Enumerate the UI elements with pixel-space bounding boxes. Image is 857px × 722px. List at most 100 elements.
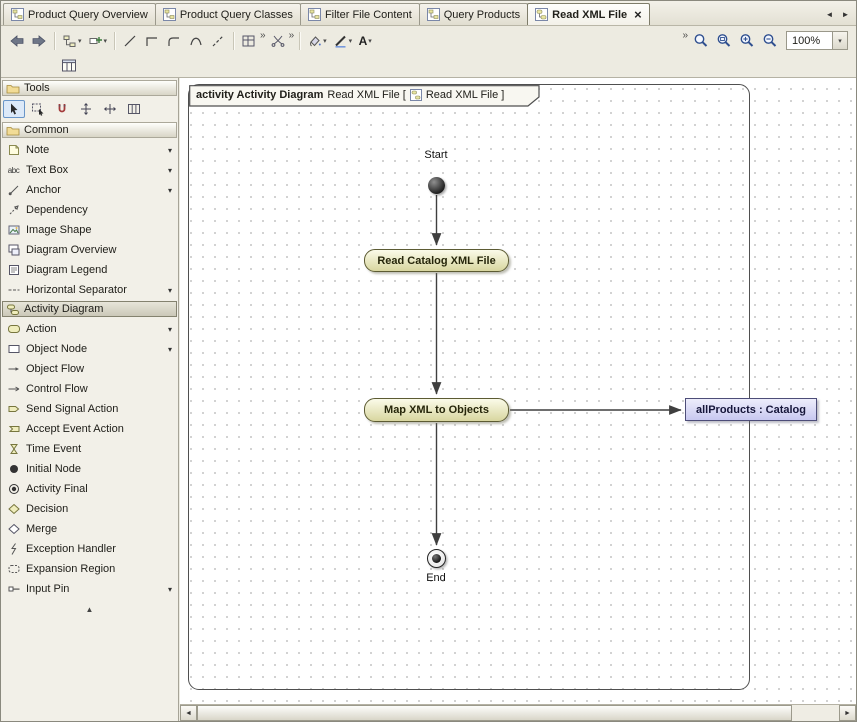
zoom-region-button[interactable]	[690, 30, 712, 52]
scissors-icon	[270, 34, 285, 48]
activity-frame[interactable]	[188, 84, 750, 690]
dropdown-icon[interactable]: ▾	[168, 345, 172, 354]
overflow-icon[interactable]: »	[289, 30, 295, 41]
overflow-icon[interactable]: »	[682, 30, 688, 41]
distribute-horizontal-tool[interactable]	[99, 100, 121, 118]
palette-item-dependency[interactable]: Dependency	[1, 200, 178, 220]
palette-item-label: Anchor	[26, 184, 163, 196]
palette-item-label: Action	[26, 323, 163, 335]
dropdown-icon[interactable]: ▾	[168, 325, 172, 334]
line-style-rounded-button[interactable]	[163, 30, 185, 52]
object-flow-icon	[7, 362, 21, 376]
action-read-catalog-xml-file[interactable]: Read Catalog XML File	[364, 249, 509, 272]
dropdown-icon[interactable]: ▾	[168, 585, 172, 594]
palette-item-action[interactable]: Action ▾	[1, 319, 178, 339]
palette-item-label: Image Shape	[26, 224, 172, 236]
palette-item-object-flow[interactable]: Object Flow	[1, 359, 178, 379]
palette-item-expansion-region[interactable]: Expansion Region	[1, 559, 178, 579]
tab-product-query-classes[interactable]: Product Query Classes	[155, 3, 301, 25]
dropdown-icon: ▾	[838, 37, 842, 45]
line-style-rectilinear-button[interactable]	[141, 30, 163, 52]
tab-read-xml-file[interactable]: Read XML File ×	[527, 3, 650, 25]
scroll-up-icon: ▲	[86, 605, 94, 614]
activity-diagram-icon	[6, 303, 20, 316]
zoom-out-button[interactable]	[759, 30, 781, 52]
layout-button[interactable]	[238, 30, 259, 52]
containment-tree-button[interactable]: ▾	[59, 30, 85, 52]
dependency-icon	[7, 203, 21, 217]
back-button[interactable]	[6, 30, 28, 52]
dropdown-icon[interactable]: ▾	[168, 146, 172, 155]
dropdown-icon[interactable]: ▾	[168, 186, 172, 195]
tab-filter-file-content[interactable]: Filter File Content	[300, 3, 420, 25]
zoom-level-select[interactable]: 100% ▾	[786, 31, 848, 50]
forward-arrow-icon	[31, 34, 47, 48]
palette-item-anchor[interactable]: Anchor ▾	[1, 180, 178, 200]
zoom-fit-button[interactable]	[713, 30, 735, 52]
cut-button[interactable]	[267, 30, 288, 52]
font-color-icon: A	[359, 34, 368, 48]
palette-item-diagram-legend[interactable]: Diagram Legend	[1, 260, 178, 280]
initial-node-label[interactable]: Start	[406, 149, 466, 161]
scrollbar-thumb[interactable]	[197, 705, 792, 721]
palette-item-input-pin[interactable]: Input Pin ▾	[1, 579, 178, 599]
palette-item-label: Object Node	[26, 343, 163, 355]
palette-section-activity-diagram[interactable]: Activity Diagram	[2, 301, 177, 317]
palette-item-activity-final[interactable]: Activity Final	[1, 479, 178, 499]
palette-item-diagram-overview[interactable]: Diagram Overview	[1, 240, 178, 260]
line-color-button[interactable]: ▾	[330, 30, 356, 52]
overflow-icon[interactable]: »	[260, 30, 266, 41]
zoom-in-button[interactable]	[736, 30, 758, 52]
zoom-level-value: 100%	[787, 35, 832, 47]
palette-item-accept-event-action[interactable]: Accept Event Action	[1, 419, 178, 439]
line-style-straight-button[interactable]	[119, 30, 141, 52]
palette-item-time-event[interactable]: Time Event	[1, 439, 178, 459]
dropdown-icon[interactable]: ▾	[168, 166, 172, 175]
dropdown-icon[interactable]: ▾	[168, 286, 172, 295]
tab-query-products[interactable]: Query Products	[419, 3, 528, 25]
scroll-left-button[interactable]: ◄	[180, 705, 197, 721]
final-node-label[interactable]: End	[406, 572, 466, 584]
grid-tool[interactable]	[123, 100, 145, 118]
palette-item-send-signal-action[interactable]: Send Signal Action	[1, 399, 178, 419]
palette-scroll-up-button[interactable]: ▲	[1, 602, 178, 616]
magnet-tool[interactable]	[51, 100, 73, 118]
zoom-dropdown-button[interactable]: ▾	[832, 32, 847, 49]
tab-scroll-right-button[interactable]: ►	[839, 7, 852, 21]
palette-item-note[interactable]: Note ▾	[1, 140, 178, 160]
object-node-allproducts-catalog[interactable]: allProducts : Catalog	[685, 398, 817, 421]
distribute-vertical-tool[interactable]	[75, 100, 97, 118]
forward-button[interactable]	[28, 30, 50, 52]
palette-item-image-shape[interactable]: Image Shape	[1, 220, 178, 240]
activity-diagram-tab-icon	[535, 8, 548, 21]
palette-item-initial-node[interactable]: Initial Node	[1, 459, 178, 479]
add-element-button[interactable]: ▾	[85, 30, 111, 52]
activity-final-node[interactable]	[427, 549, 446, 568]
marquee-select-tool[interactable]	[27, 100, 49, 118]
scroll-right-button[interactable]: ►	[839, 705, 856, 721]
palette-item-object-node[interactable]: Object Node ▾	[1, 339, 178, 359]
swimlanes-button[interactable]	[58, 55, 80, 77]
palette-section-common[interactable]: Common	[2, 122, 177, 138]
font-color-button[interactable]: A ▾	[355, 30, 375, 52]
select-tool[interactable]	[3, 100, 25, 118]
line-style-oblique-button[interactable]	[207, 30, 229, 52]
palette-section-tools[interactable]: Tools	[2, 80, 177, 96]
palette-item-control-flow[interactable]: Control Flow	[1, 379, 178, 399]
palette-item-label: Diagram Legend	[26, 264, 172, 276]
palette-item-horizontal-separator[interactable]: Horizontal Separator ▾	[1, 280, 178, 300]
line-style-curved-button[interactable]	[185, 30, 207, 52]
fill-color-button[interactable]: ▾	[304, 30, 330, 52]
tab-product-query-overview[interactable]: Product Query Overview	[3, 3, 156, 25]
action-map-xml-to-objects[interactable]: Map XML to Objects	[364, 398, 509, 422]
palette-item-exception-handler[interactable]: Exception Handler	[1, 539, 178, 559]
palette-item-decision[interactable]: Decision	[1, 499, 178, 519]
diagram-canvas[interactable]: activity Activity Diagram Read XML File …	[180, 78, 856, 721]
palette-item-text-box[interactable]: abc Text Box ▾	[1, 160, 178, 180]
tab-close-icon[interactable]: ×	[634, 9, 642, 20]
tab-scroll-left-button[interactable]: ◄	[823, 7, 836, 21]
initial-node[interactable]	[428, 177, 445, 194]
palette-item-merge[interactable]: Merge	[1, 519, 178, 539]
horizontal-scrollbar[interactable]: ◄ ►	[180, 704, 856, 721]
object-node-icon	[7, 342, 21, 356]
